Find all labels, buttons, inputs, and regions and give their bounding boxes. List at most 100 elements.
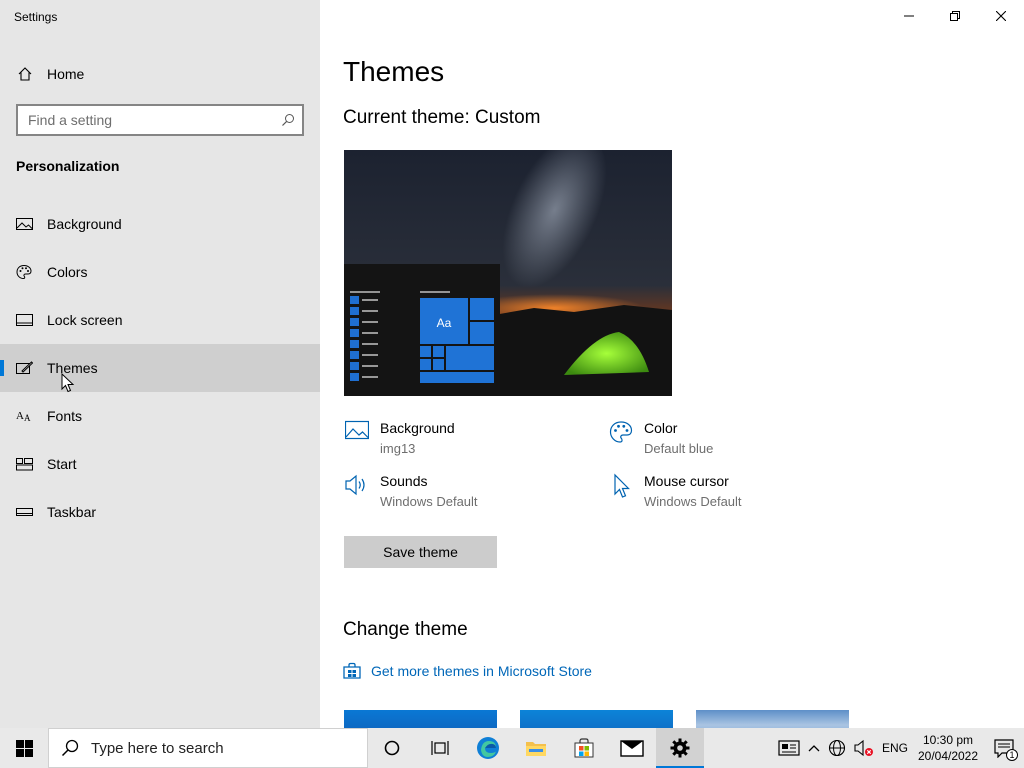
home-label: Home xyxy=(47,66,85,82)
mouse-cursor-property[interactable]: Mouse cursor Windows Default xyxy=(607,473,742,509)
restore-icon xyxy=(950,11,960,21)
start-button[interactable] xyxy=(0,728,48,768)
task-view-icon xyxy=(431,741,449,755)
nav-item-label: Colors xyxy=(47,264,88,280)
sounds-property-label: Sounds xyxy=(380,473,428,489)
search-icon[interactable] xyxy=(274,113,302,127)
windows-logo-icon xyxy=(15,739,33,757)
restore-button[interactable] xyxy=(932,0,978,32)
nav-item-fonts[interactable]: AA Fonts xyxy=(0,392,320,440)
background-property[interactable]: Background img13 xyxy=(343,420,455,456)
nav-item-lock-screen[interactable]: Lock screen xyxy=(0,296,320,344)
nav-item-label: Background xyxy=(47,216,122,232)
find-setting-search[interactable]: Find a setting xyxy=(16,104,304,136)
theme-thumbnail[interactable] xyxy=(520,710,673,728)
speaker-icon xyxy=(343,473,371,501)
taskbar-search-placeholder: Type here to search xyxy=(91,739,224,757)
nav-item-label: Lock screen xyxy=(47,312,123,328)
app-title: Settings xyxy=(14,10,58,24)
show-hidden-icons-button[interactable] xyxy=(804,728,824,768)
theme-thumbnail[interactable] xyxy=(344,710,497,728)
mail-app-button[interactable] xyxy=(608,728,656,768)
lock-screen-icon xyxy=(15,313,33,327)
microsoft-store-link[interactable]: Get more themes in Microsoft Store xyxy=(343,662,592,680)
settings-app-button[interactable] xyxy=(656,728,704,768)
edge-icon xyxy=(477,737,499,759)
clock-time: 10:30 pm xyxy=(922,733,974,747)
store-link-label: Get more themes in Microsoft Store xyxy=(371,663,592,679)
preview-tile-label: Aa xyxy=(437,316,452,330)
taskbar: Type here to search ENG 10:30 pm 20/04/2… xyxy=(0,728,1024,768)
personalization-nav: Background Colors Lock screen Themes AA … xyxy=(0,200,320,536)
network-button[interactable] xyxy=(824,728,850,768)
home-icon xyxy=(16,66,34,82)
input-language-indicator[interactable]: ENG xyxy=(878,728,912,768)
clock[interactable]: 10:30 pm 20/04/2022 xyxy=(912,728,984,768)
save-theme-button[interactable]: Save theme xyxy=(344,536,497,568)
clock-date: 20/04/2022 xyxy=(917,749,979,763)
taskbar-icon xyxy=(15,505,33,519)
chevron-up-icon xyxy=(808,745,820,752)
globe-icon xyxy=(828,739,846,757)
sidebar: Settings Home Find a setting Personaliza… xyxy=(0,0,320,728)
change-theme-heading: Change theme xyxy=(343,619,468,640)
mail-icon xyxy=(620,740,644,757)
section-title: Personalization xyxy=(16,158,120,174)
news-icon xyxy=(778,740,800,756)
close-icon xyxy=(996,11,1006,21)
picture-icon xyxy=(343,420,371,448)
volume-button[interactable] xyxy=(850,728,878,768)
nav-item-themes[interactable]: Themes xyxy=(0,344,320,392)
minimize-button[interactable] xyxy=(886,0,932,32)
color-property-label: Color xyxy=(644,420,678,436)
sounds-property-value: Windows Default xyxy=(380,494,478,509)
home-nav-item[interactable]: Home xyxy=(0,56,320,92)
gear-icon xyxy=(670,738,690,758)
sounds-property[interactable]: Sounds Windows Default xyxy=(343,473,478,509)
theme-preview-image: Aa xyxy=(344,150,672,396)
news-widget-button[interactable] xyxy=(774,728,804,768)
mouse-pointer-icon xyxy=(61,373,75,393)
action-center-button[interactable]: 1 xyxy=(984,728,1024,768)
nav-item-label: Start xyxy=(47,456,77,472)
nav-item-colors[interactable]: Colors xyxy=(0,248,320,296)
picture-icon xyxy=(15,217,33,231)
cursor-icon xyxy=(607,473,635,501)
mouse-cursor-property-value: Windows Default xyxy=(644,494,742,509)
nav-item-label: Fonts xyxy=(47,408,83,424)
nav-item-start[interactable]: Start xyxy=(0,440,320,488)
nav-item-taskbar[interactable]: Taskbar xyxy=(0,488,320,536)
svg-text:A: A xyxy=(24,413,31,423)
cortana-icon xyxy=(384,740,400,756)
main-content: Themes Current theme: Custom Aa Backgrou… xyxy=(320,0,1024,728)
current-theme-heading: Current theme: Custom xyxy=(343,107,541,128)
theme-thumbnail[interactable] xyxy=(696,710,849,728)
edge-app-button[interactable] xyxy=(464,728,512,768)
task-view-button[interactable] xyxy=(416,728,464,768)
close-button[interactable] xyxy=(978,0,1024,32)
color-property[interactable]: Color Default blue xyxy=(607,420,713,456)
volume-muted-icon xyxy=(854,739,873,757)
microsoft-store-button[interactable] xyxy=(560,728,608,768)
window-controls xyxy=(886,0,1024,32)
store-icon xyxy=(343,662,361,679)
theme-preview: Aa xyxy=(344,150,672,396)
system-tray: ENG 10:30 pm 20/04/2022 1 xyxy=(774,728,1024,768)
fonts-icon: AA xyxy=(15,409,33,423)
minimize-icon xyxy=(904,15,914,17)
notification-count-badge: 1 xyxy=(1006,749,1018,761)
store-icon xyxy=(574,738,594,758)
find-setting-input[interactable]: Find a setting xyxy=(18,112,274,128)
file-explorer-button[interactable] xyxy=(512,728,560,768)
color-property-value: Default blue xyxy=(644,441,714,456)
taskbar-search-box[interactable]: Type here to search xyxy=(48,728,368,768)
background-property-label: Background xyxy=(380,420,455,436)
page-title: Themes xyxy=(343,56,445,87)
nav-item-background[interactable]: Background xyxy=(0,200,320,248)
start-icon xyxy=(15,457,33,471)
svg-text:A: A xyxy=(16,410,24,422)
palette-icon xyxy=(607,420,635,448)
cortana-button[interactable] xyxy=(368,728,416,768)
themes-icon xyxy=(15,360,33,376)
background-property-value: img13 xyxy=(380,441,416,456)
